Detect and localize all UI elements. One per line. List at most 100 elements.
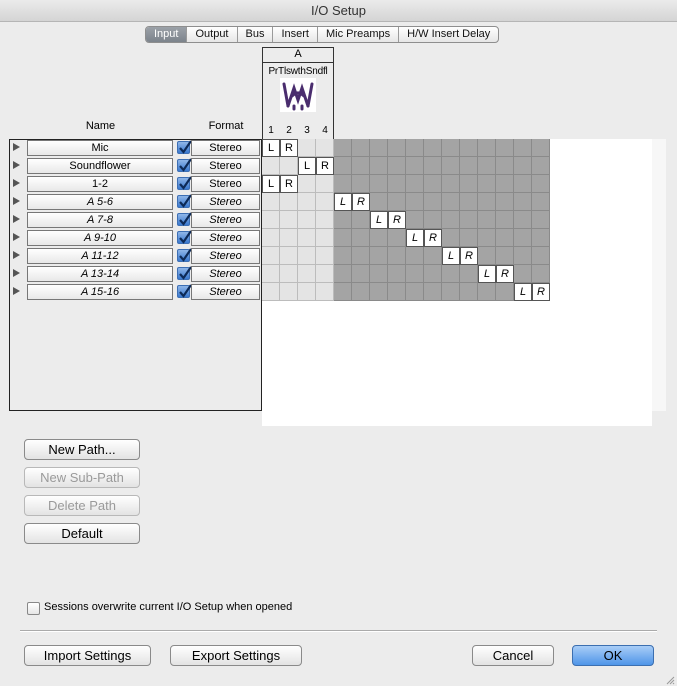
routing-cell[interactable] (298, 283, 316, 301)
routing-cell[interactable] (262, 265, 280, 283)
routing-cell[interactable] (370, 193, 388, 211)
routing-cell[interactable] (406, 175, 424, 193)
routing-cell[interactable] (460, 139, 478, 157)
path-format-select[interactable]: Stereo (191, 284, 260, 300)
disclosure-triangle-icon[interactable] (13, 269, 20, 277)
routing-assignment[interactable]: L (298, 157, 316, 175)
routing-cell[interactable] (298, 229, 316, 247)
routing-cell[interactable] (316, 139, 334, 157)
routing-cell[interactable] (514, 175, 532, 193)
path-format-select[interactable]: Stereo (191, 248, 260, 264)
path-name-field[interactable]: 1-2 (27, 176, 173, 192)
routing-cell[interactable] (514, 139, 532, 157)
routing-cell[interactable] (478, 211, 496, 229)
routing-cell[interactable] (316, 175, 334, 193)
tab-mic-preamps[interactable]: Mic Preamps (318, 27, 400, 42)
path-active-checkbox[interactable] (177, 140, 192, 154)
path-name-field[interactable]: A 15-16 (27, 284, 173, 300)
routing-cell[interactable] (298, 139, 316, 157)
routing-cell[interactable] (424, 139, 442, 157)
routing-cell[interactable] (496, 193, 514, 211)
path-name-field[interactable]: A 5-6 (27, 194, 173, 210)
path-active-checkbox[interactable] (177, 176, 192, 190)
routing-cell[interactable] (460, 193, 478, 211)
routing-cell[interactable] (406, 139, 424, 157)
disclosure-triangle-icon[interactable] (13, 161, 20, 169)
routing-cell[interactable] (388, 193, 406, 211)
routing-cell[interactable] (298, 247, 316, 265)
routing-cell[interactable] (496, 247, 514, 265)
routing-cell[interactable] (442, 157, 460, 175)
routing-assignment[interactable]: R (496, 265, 514, 283)
routing-cell[interactable] (316, 211, 334, 229)
routing-assignment[interactable]: R (424, 229, 442, 247)
routing-cell[interactable] (514, 193, 532, 211)
routing-cell[interactable] (280, 247, 298, 265)
routing-cell[interactable] (532, 229, 550, 247)
routing-assignment[interactable]: R (280, 175, 298, 193)
routing-cell[interactable] (352, 265, 370, 283)
routing-assignment[interactable]: L (478, 265, 496, 283)
routing-cell[interactable] (316, 265, 334, 283)
disclosure-triangle-icon[interactable] (13, 287, 20, 295)
routing-cell[interactable] (262, 157, 280, 175)
routing-cell[interactable] (388, 247, 406, 265)
routing-cell[interactable] (262, 229, 280, 247)
routing-cell[interactable] (514, 265, 532, 283)
routing-cell[interactable] (352, 211, 370, 229)
routing-cell[interactable] (406, 283, 424, 301)
path-name-field[interactable]: A 13-14 (27, 266, 173, 282)
tab-input[interactable]: Input (146, 27, 188, 42)
routing-cell[interactable] (406, 193, 424, 211)
routing-cell[interactable] (370, 157, 388, 175)
routing-cell[interactable] (280, 283, 298, 301)
routing-cell[interactable] (460, 157, 478, 175)
routing-assignment[interactable]: R (352, 193, 370, 211)
routing-cell[interactable] (316, 283, 334, 301)
routing-cell[interactable] (262, 283, 280, 301)
routing-cell[interactable] (352, 175, 370, 193)
routing-cell[interactable] (532, 247, 550, 265)
routing-assignment[interactable]: R (388, 211, 406, 229)
path-active-checkbox[interactable] (177, 230, 192, 244)
routing-assignment[interactable]: L (334, 193, 352, 211)
path-active-checkbox[interactable] (177, 284, 192, 298)
routing-cell[interactable] (514, 211, 532, 229)
routing-cell[interactable] (352, 157, 370, 175)
routing-cell[interactable] (370, 247, 388, 265)
routing-cell[interactable] (442, 175, 460, 193)
routing-cell[interactable] (532, 175, 550, 193)
path-active-checkbox[interactable] (177, 212, 192, 226)
routing-cell[interactable] (532, 157, 550, 175)
routing-assignment[interactable]: L (406, 229, 424, 247)
routing-cell[interactable] (496, 157, 514, 175)
disclosure-triangle-icon[interactable] (13, 179, 20, 187)
routing-cell[interactable] (388, 229, 406, 247)
routing-cell[interactable] (424, 283, 442, 301)
routing-cell[interactable] (280, 265, 298, 283)
routing-cell[interactable] (460, 229, 478, 247)
routing-cell[interactable] (514, 247, 532, 265)
routing-cell[interactable] (262, 211, 280, 229)
routing-cell[interactable] (478, 175, 496, 193)
routing-cell[interactable] (388, 157, 406, 175)
routing-cell[interactable] (496, 211, 514, 229)
cancel-button[interactable]: Cancel (472, 645, 554, 666)
routing-cell[interactable] (370, 175, 388, 193)
routing-cell[interactable] (442, 139, 460, 157)
routing-cell[interactable] (316, 247, 334, 265)
routing-cell[interactable] (460, 175, 478, 193)
routing-cell[interactable] (478, 193, 496, 211)
tab-hw-insert-delay[interactable]: H/W Insert Delay (399, 27, 498, 42)
routing-cell[interactable] (370, 139, 388, 157)
routing-cell[interactable] (370, 265, 388, 283)
routing-assignment[interactable]: R (280, 139, 298, 157)
routing-cell[interactable] (478, 139, 496, 157)
export-settings-button[interactable]: Export Settings (170, 645, 302, 666)
new-path-button[interactable]: New Path... (24, 439, 140, 460)
routing-cell[interactable] (496, 175, 514, 193)
routing-cell[interactable] (424, 265, 442, 283)
routing-cell[interactable] (388, 283, 406, 301)
routing-cell[interactable] (478, 157, 496, 175)
routing-cell[interactable] (334, 265, 352, 283)
